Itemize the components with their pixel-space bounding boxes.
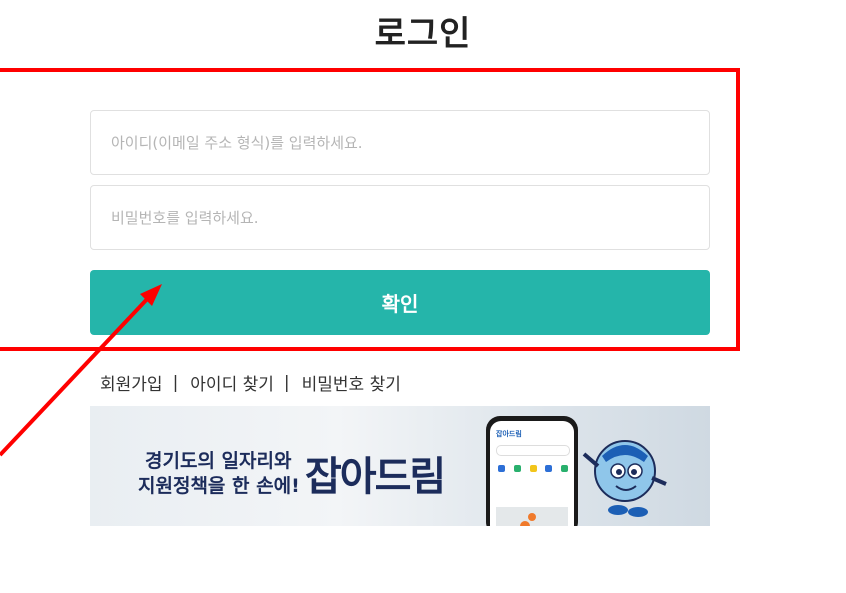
phone-map-marker <box>528 513 536 521</box>
promo-banner[interactable]: 경기도의 일자리와 지원정책을 한 손에! 잡아드림 잡아드림 <box>90 406 710 526</box>
phone-search-bar <box>496 445 570 456</box>
password-input[interactable] <box>90 185 710 250</box>
account-links: 회원가입 | 아이디 찾기 | 비밀번호 찾기 <box>100 370 401 396</box>
phone-screen: 잡아드림 <box>490 421 574 526</box>
confirm-button[interactable]: 확인 <box>90 270 710 335</box>
banner-line-2-prefix: 지원정책을 <box>138 475 233 497</box>
page-title: 로그인 <box>374 14 472 54</box>
banner-line-1: 경기도의 일자리와 <box>145 446 291 473</box>
link-separator: | <box>283 372 290 393</box>
phone-mockup: 잡아드림 <box>486 416 578 526</box>
id-input[interactable] <box>90 110 710 175</box>
link-separator: | <box>172 372 179 393</box>
signup-link[interactable]: 회원가입 <box>100 370 163 395</box>
banner-brand-logo: 잡아드림 <box>305 444 446 502</box>
banner-line-1-highlight: 일자리와 <box>221 450 292 472</box>
phone-app-title: 잡아드림 <box>496 430 522 438</box>
find-password-link[interactable]: 비밀번호 찾기 <box>302 370 401 395</box>
mascot-icon <box>582 440 667 517</box>
phone-map-marker <box>520 521 530 526</box>
banner-line-1-prefix: 경기도의 <box>145 450 222 472</box>
banner-line-2-suffix: 한 손에! <box>232 475 300 497</box>
phone-icon-row <box>498 465 568 475</box>
find-id-link[interactable]: 아이디 찾기 <box>190 370 274 395</box>
banner-brand-text: 잡아드림 <box>305 454 446 500</box>
banner-line-2: 지원정책을 한 손에! <box>138 471 300 498</box>
